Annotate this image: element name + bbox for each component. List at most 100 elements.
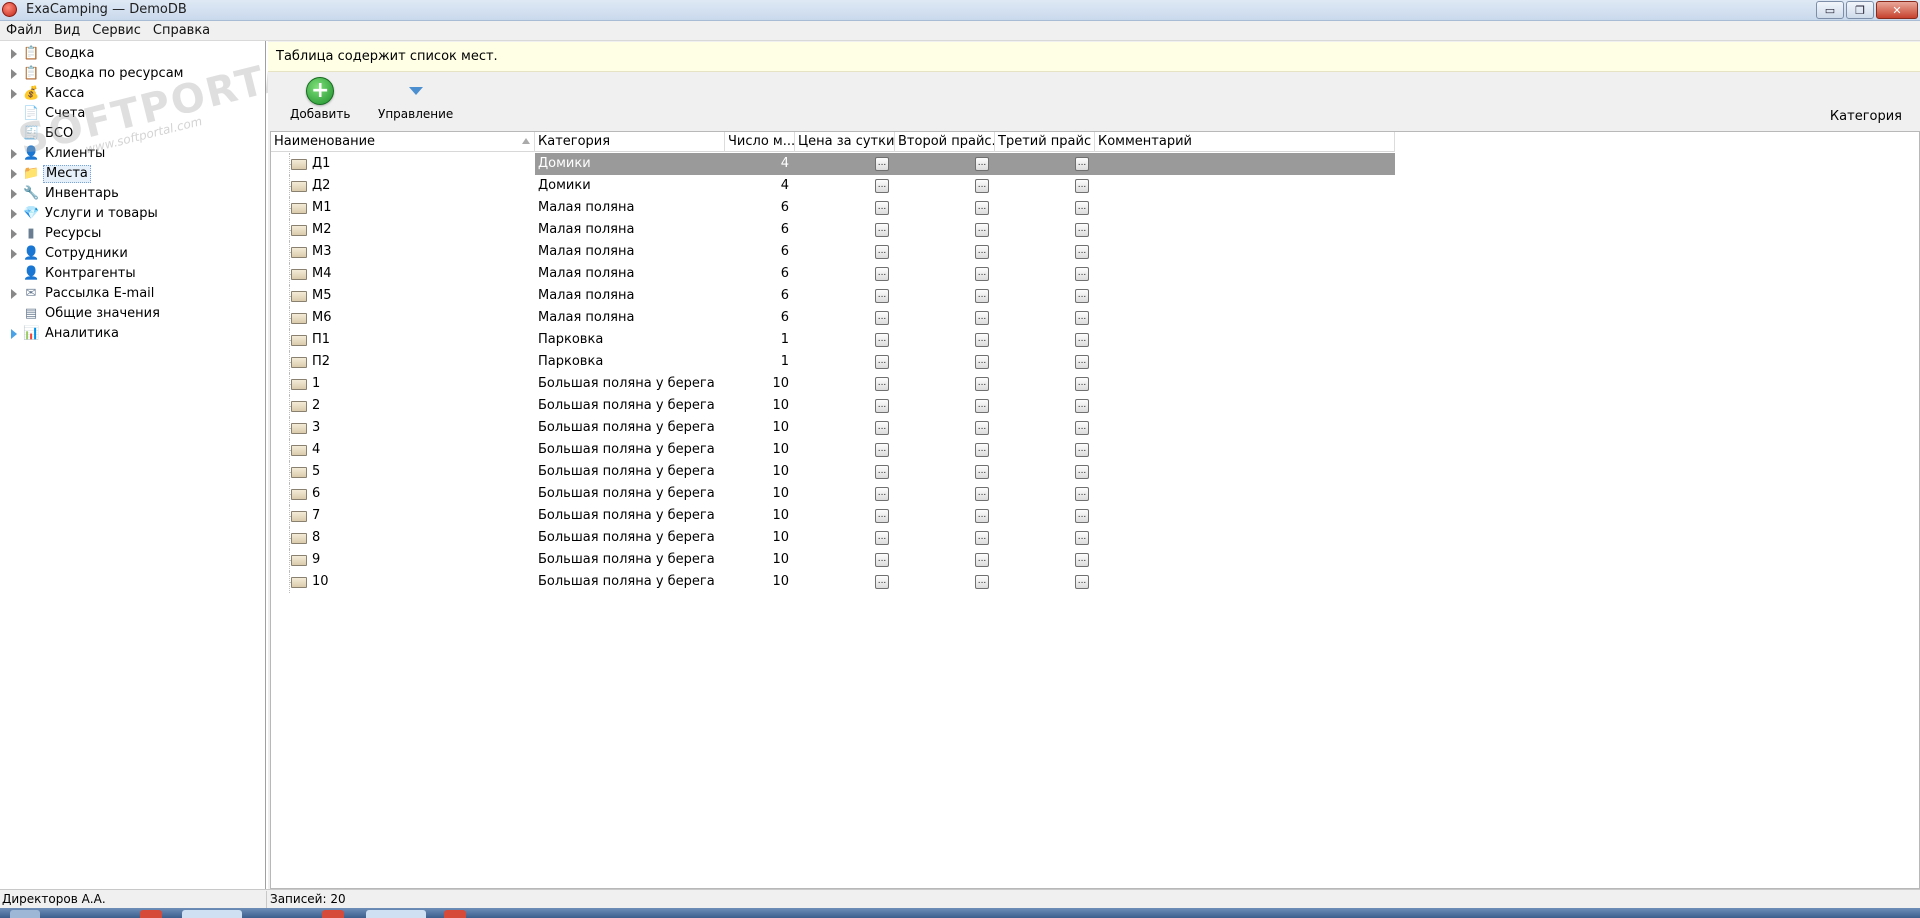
close-button[interactable]: ✕	[1876, 1, 1918, 19]
cell-price2[interactable]: ...	[895, 329, 995, 351]
cell-comment[interactable]	[1095, 241, 1395, 263]
expand-arrow-icon[interactable]	[11, 209, 17, 219]
cell-name[interactable]: 3	[271, 417, 535, 439]
sidebar-item[interactable]: 👤 Контрагенты	[0, 264, 266, 284]
cell-name[interactable]: Д2	[271, 175, 535, 197]
manage-button[interactable]: Управление	[378, 77, 453, 121]
maximize-button[interactable]: ❐	[1846, 1, 1874, 19]
cell-comment[interactable]	[1095, 153, 1395, 175]
cell-comment[interactable]	[1095, 219, 1395, 241]
cell-price2[interactable]: ...	[895, 373, 995, 395]
cell-name[interactable]: М4	[271, 263, 535, 285]
cell-count[interactable]: 4	[725, 153, 795, 175]
ellipsis-button[interactable]: ...	[975, 289, 989, 303]
ellipsis-button[interactable]: ...	[975, 443, 989, 457]
cell-category[interactable]: Домики	[535, 153, 725, 175]
cell-comment[interactable]	[1095, 351, 1395, 373]
taskbar-app-icon[interactable]	[182, 910, 242, 918]
cell-price2[interactable]: ...	[895, 439, 995, 461]
ellipsis-button[interactable]: ...	[875, 355, 889, 369]
ellipsis-button[interactable]: ...	[1075, 289, 1089, 303]
cell-name[interactable]: 2	[271, 395, 535, 417]
menu-view[interactable]: Вид	[54, 23, 88, 38]
taskbar-app-icon[interactable]	[444, 910, 466, 918]
cell-count[interactable]: 10	[725, 571, 795, 593]
column-header-category[interactable]: Категория	[535, 132, 725, 152]
ellipsis-button[interactable]: ...	[975, 553, 989, 567]
taskbar-app-icon[interactable]	[140, 910, 162, 918]
cell-category[interactable]: Большая поляна у берега	[535, 527, 725, 549]
cell-category[interactable]: Большая поляна у берега	[535, 571, 725, 593]
cell-price2[interactable]: ...	[895, 527, 995, 549]
ellipsis-button[interactable]: ...	[1075, 575, 1089, 589]
table-row[interactable]: 7 Большая поляна у берега 10.........	[271, 505, 1395, 527]
cell-price3[interactable]: ...	[995, 549, 1095, 571]
column-header-count[interactable]: Число м...	[725, 132, 795, 152]
cell-count[interactable]: 10	[725, 549, 795, 571]
cell-category[interactable]: Большая поляна у берега	[535, 549, 725, 571]
cell-comment[interactable]	[1095, 197, 1395, 219]
cell-price3[interactable]: ...	[995, 241, 1095, 263]
cell-count[interactable]: 1	[725, 351, 795, 373]
cell-price2[interactable]: ...	[895, 307, 995, 329]
cell-comment[interactable]	[1095, 571, 1395, 593]
table-row[interactable]: Д1 Домики 4.........	[271, 153, 1395, 175]
cell-price[interactable]: ...	[795, 263, 895, 285]
ellipsis-button[interactable]: ...	[1075, 553, 1089, 567]
ellipsis-button[interactable]: ...	[875, 443, 889, 457]
cell-category[interactable]: Большая поляна у берега	[535, 395, 725, 417]
ellipsis-button[interactable]: ...	[975, 355, 989, 369]
cell-price[interactable]: ...	[795, 417, 895, 439]
cell-name[interactable]: 10	[271, 571, 535, 593]
expand-arrow-icon[interactable]	[11, 69, 17, 79]
ellipsis-button[interactable]: ...	[875, 333, 889, 347]
add-button[interactable]: + Добавить	[290, 77, 350, 121]
cell-price[interactable]: ...	[795, 153, 895, 175]
expand-arrow-icon[interactable]	[11, 289, 17, 299]
ellipsis-button[interactable]: ...	[1075, 179, 1089, 193]
cell-count[interactable]: 6	[725, 197, 795, 219]
ellipsis-button[interactable]: ...	[875, 201, 889, 215]
ellipsis-button[interactable]: ...	[875, 575, 889, 589]
sidebar-item[interactable]: ▮ Ресурсы	[0, 224, 266, 244]
cell-count[interactable]: 10	[725, 439, 795, 461]
cell-category[interactable]: Малая поляна	[535, 307, 725, 329]
ellipsis-button[interactable]: ...	[1075, 355, 1089, 369]
expand-arrow-icon[interactable]	[11, 189, 17, 199]
ellipsis-button[interactable]: ...	[975, 421, 989, 435]
ellipsis-button[interactable]: ...	[1075, 443, 1089, 457]
cell-price2[interactable]: ...	[895, 175, 995, 197]
ellipsis-button[interactable]: ...	[975, 311, 989, 325]
cell-name[interactable]: М2	[271, 219, 535, 241]
cell-price3[interactable]: ...	[995, 351, 1095, 373]
cell-price3[interactable]: ...	[995, 153, 1095, 175]
ellipsis-button[interactable]: ...	[1075, 421, 1089, 435]
cell-price[interactable]: ...	[795, 175, 895, 197]
column-header-price[interactable]: Цена за сутки	[795, 132, 895, 152]
cell-comment[interactable]	[1095, 307, 1395, 329]
cell-price[interactable]: ...	[795, 285, 895, 307]
ellipsis-button[interactable]: ...	[975, 179, 989, 193]
cell-name[interactable]: 4	[271, 439, 535, 461]
sidebar-item[interactable]: 🧾 БСО	[0, 124, 266, 144]
column-header-comment[interactable]: Комментарий	[1095, 132, 1395, 152]
taskbar-start-icon[interactable]	[10, 910, 40, 918]
category-filter[interactable]: Категория	[1830, 109, 1902, 124]
cell-name[interactable]: Д1	[271, 153, 535, 175]
sidebar-item[interactable]: ▤ Общие значения	[0, 304, 266, 324]
expand-arrow-icon[interactable]	[11, 149, 17, 159]
taskbar-app-icon[interactable]	[366, 910, 426, 918]
table-row[interactable]: 4 Большая поляна у берега 10.........	[271, 439, 1395, 461]
ellipsis-button[interactable]: ...	[875, 531, 889, 545]
cell-count[interactable]: 6	[725, 307, 795, 329]
table-row[interactable]: М6 Малая поляна 6.........	[271, 307, 1395, 329]
ellipsis-button[interactable]: ...	[975, 201, 989, 215]
cell-price2[interactable]: ...	[895, 483, 995, 505]
cell-comment[interactable]	[1095, 285, 1395, 307]
table-row[interactable]: М5 Малая поляна 6.........	[271, 285, 1395, 307]
table-row[interactable]: 10 Большая поляна у берега 10.........	[271, 571, 1395, 593]
sidebar-item[interactable]: 📁 Места	[0, 164, 266, 184]
table-row[interactable]: П2 Парковка 1.........	[271, 351, 1395, 373]
cell-price3[interactable]: ...	[995, 571, 1095, 593]
cell-price[interactable]: ...	[795, 461, 895, 483]
